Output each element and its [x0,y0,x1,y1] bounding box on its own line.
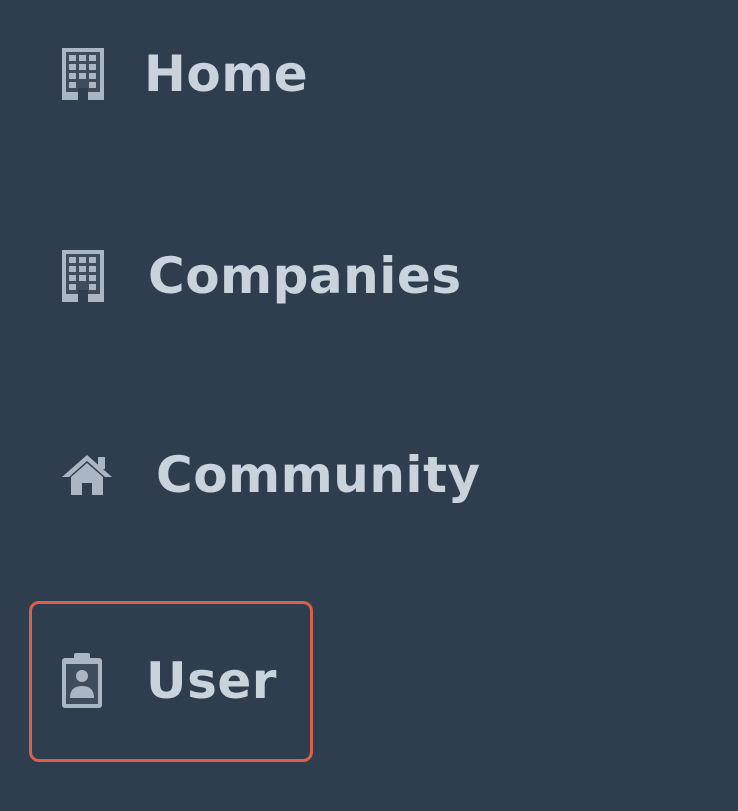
building-icon [60,248,106,304]
sidebar-nav: Home Companies Community User [0,0,738,811]
active-item-highlight [29,601,313,762]
home-icon [60,453,114,497]
sidebar-item-home[interactable]: Home [60,46,308,102]
sidebar-item-companies[interactable]: Companies [60,248,462,304]
sidebar-item-label: Companies [148,247,462,305]
sidebar-item-label: Community [156,446,481,504]
building-icon [60,46,106,102]
sidebar-item-label: Home [144,45,309,103]
sidebar-item-community[interactable]: Community [60,450,481,500]
